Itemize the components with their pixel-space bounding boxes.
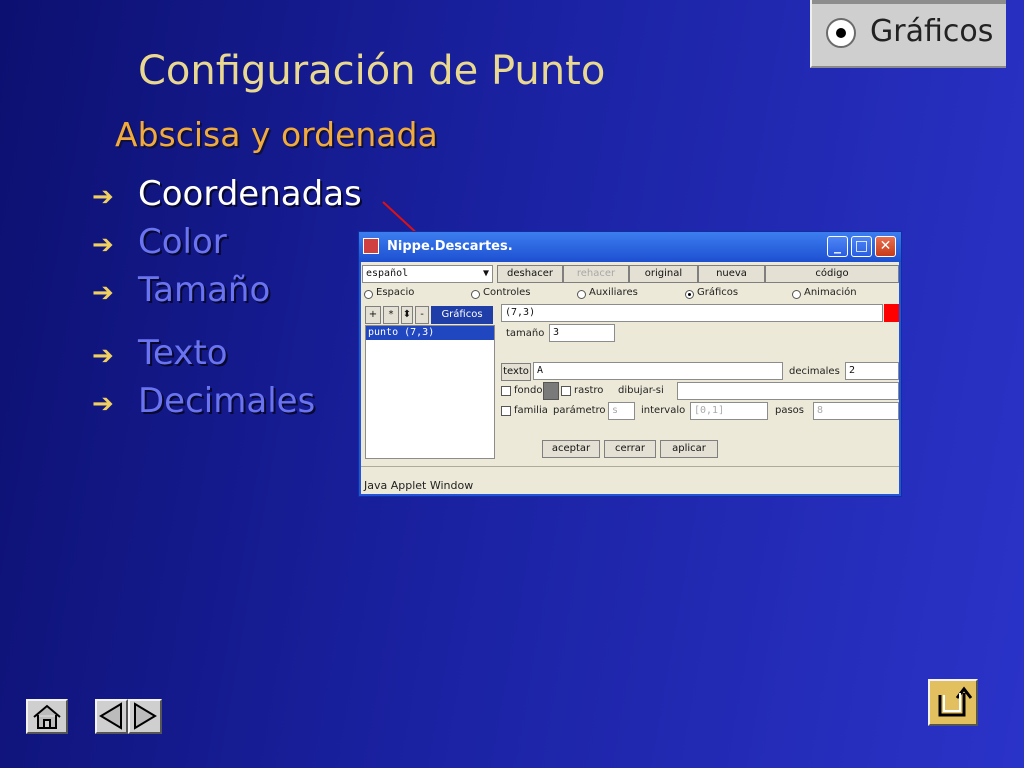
app-icon <box>363 238 379 254</box>
previous-button[interactable] <box>95 699 128 734</box>
return-arrow-icon <box>938 686 973 717</box>
window-titlebar[interactable]: Nippe.Descartes. _ □ ✕ <box>359 232 901 262</box>
remove-button[interactable]: - <box>415 306 429 324</box>
chevron-down-icon: ▼ <box>482 268 489 279</box>
texto-field[interactable]: A <box>533 362 783 380</box>
color-swatch[interactable] <box>884 304 899 322</box>
fondo-label: fondo <box>514 385 543 396</box>
radio-controles[interactable] <box>471 290 480 299</box>
dibujar-si-field[interactable] <box>677 382 899 400</box>
duplicate-button[interactable]: * <box>383 306 399 324</box>
decimales-field[interactable]: 2 <box>845 362 899 380</box>
familia-checkbox[interactable] <box>501 406 511 416</box>
triangle-left-icon <box>99 702 122 730</box>
up-down-icon[interactable]: ⬍ <box>401 306 413 324</box>
pasos-field[interactable]: 8 <box>813 402 899 420</box>
deshacer-button[interactable]: deshacer <box>497 265 563 283</box>
cerrar-button[interactable]: cerrar <box>604 440 656 458</box>
radio-auxiliares[interactable] <box>577 290 586 299</box>
status-divider <box>361 466 899 467</box>
list-header: Gráficos <box>431 306 493 324</box>
home-button[interactable] <box>26 699 68 734</box>
texto-button[interactable]: texto <box>501 363 531 381</box>
maximize-button[interactable]: □ <box>851 236 872 257</box>
window-client: español ▼ deshacer rehacer original nuev… <box>361 262 899 494</box>
radio-label: Animación <box>804 287 857 298</box>
language-select[interactable]: español ▼ <box>362 265 493 283</box>
parametro-field[interactable]: s <box>608 402 635 420</box>
tamano-label: tamaño <box>506 328 545 339</box>
next-button[interactable] <box>128 699 162 734</box>
close-button[interactable]: ✕ <box>875 236 896 257</box>
pasos-label: pasos <box>775 405 805 416</box>
rehacer-button[interactable]: rehacer <box>563 265 629 283</box>
language-select-value: español <box>366 268 409 279</box>
parametro-label: parámetro <box>553 405 606 416</box>
radio-label: Espacio <box>376 287 415 298</box>
codigo-button[interactable]: código <box>765 265 899 283</box>
home-icon <box>33 704 61 729</box>
familia-label: familia <box>514 405 548 416</box>
original-button[interactable]: original <box>629 265 698 283</box>
coordinates-field[interactable]: (7,3) <box>501 304 883 322</box>
radio-label: Gráficos <box>697 287 739 298</box>
window-title: Nippe.Descartes. <box>387 239 513 254</box>
radio-animacion[interactable] <box>792 290 801 299</box>
intervalo-label: intervalo <box>641 405 686 416</box>
fondo-checkbox[interactable] <box>501 386 511 396</box>
nueva-button[interactable]: nueva <box>698 265 765 283</box>
rastro-label: rastro <box>574 385 604 396</box>
minimize-button[interactable]: _ <box>827 236 848 257</box>
intervalo-field[interactable]: [0,1] <box>690 402 768 420</box>
dibujar-si-label: dibujar-si <box>618 385 664 396</box>
radio-label: Controles <box>483 287 531 298</box>
return-button[interactable] <box>928 679 978 726</box>
add-button[interactable]: + <box>365 306 381 324</box>
applet-window: Nippe.Descartes. _ □ ✕ español ▼ deshace… <box>358 231 902 497</box>
aplicar-button[interactable]: aplicar <box>660 440 718 458</box>
rastro-checkbox[interactable] <box>561 386 571 396</box>
fondo-color-swatch[interactable] <box>543 382 559 400</box>
triangle-right-icon <box>134 702 157 730</box>
radio-espacio[interactable] <box>364 290 373 299</box>
graphics-list[interactable]: punto (7,3) <box>365 325 495 459</box>
aceptar-button[interactable]: aceptar <box>542 440 600 458</box>
list-item[interactable]: punto (7,3) <box>366 326 494 340</box>
status-bar: Java Applet Window <box>364 479 474 492</box>
decimales-label: decimales <box>789 366 840 377</box>
radio-graficos[interactable] <box>685 290 694 299</box>
tamano-field[interactable]: 3 <box>549 324 615 342</box>
radio-label: Auxiliares <box>589 287 638 298</box>
